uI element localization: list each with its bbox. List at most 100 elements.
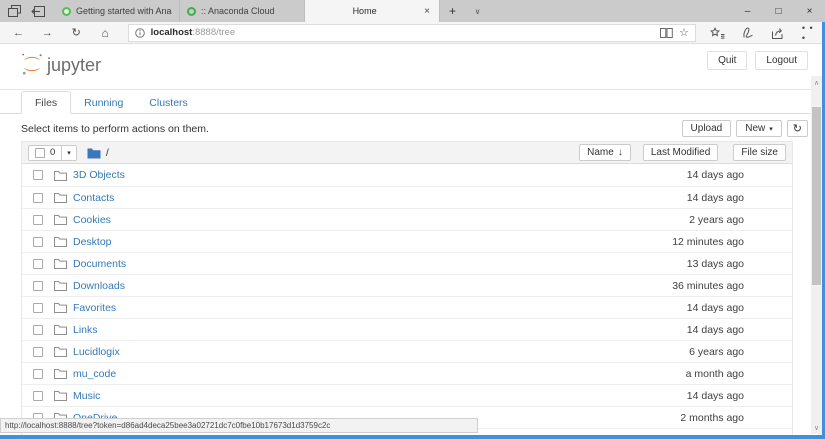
- sort-file-size-button[interactable]: File size: [733, 144, 786, 161]
- folder-icon: [54, 346, 67, 357]
- file-modified: 6 years ago: [689, 346, 786, 358]
- anaconda-icon: [187, 7, 196, 16]
- file-name-link[interactable]: Lucidlogix: [73, 346, 120, 358]
- new-dropdown-button[interactable]: New ▾: [736, 120, 782, 137]
- tabs-set-aside-list-icon[interactable]: [8, 5, 21, 17]
- refresh-icon[interactable]: ↻: [62, 26, 91, 39]
- reading-view-icon[interactable]: [660, 28, 673, 38]
- minimize-button[interactable]: –: [732, 0, 763, 22]
- file-modified: 14 days ago: [687, 192, 786, 204]
- notebook-list: 0 ▾ / Name ↓ Last Modified File size 3D …: [21, 141, 793, 436]
- tab-clusters[interactable]: Clusters: [136, 92, 201, 113]
- file-name-link[interactable]: Music: [73, 390, 100, 402]
- quit-button[interactable]: Quit: [707, 51, 747, 70]
- table-row: Desktop 12 minutes ago: [22, 230, 792, 252]
- row-checkbox[interactable]: [33, 237, 43, 247]
- table-row: Music 14 days ago: [22, 384, 792, 406]
- folder-icon: [54, 170, 67, 181]
- folder-icon: [54, 302, 67, 313]
- upload-button[interactable]: Upload: [682, 120, 732, 137]
- more-options-icon[interactable]: • • •: [802, 23, 821, 43]
- address-host: localhost: [151, 27, 193, 38]
- file-modified: 12 minutes ago: [672, 236, 786, 248]
- file-name-link[interactable]: 3D Objects: [73, 169, 125, 181]
- address-bar[interactable]: localhost:8888/tree ☆: [128, 24, 696, 42]
- row-checkbox[interactable]: [33, 170, 43, 180]
- jupyter-page: jupyter Quit Logout Files Running Cluste…: [0, 44, 825, 436]
- file-name-link[interactable]: mu_code: [73, 368, 116, 380]
- tab-files[interactable]: Files: [21, 91, 71, 114]
- browser-tab-home[interactable]: Home ×: [305, 0, 440, 22]
- maximize-button[interactable]: □: [763, 0, 794, 22]
- sort-name-button[interactable]: Name ↓: [579, 144, 631, 161]
- table-row: Favorites 14 days ago: [22, 296, 792, 318]
- forward-icon[interactable]: →: [33, 27, 62, 39]
- add-favorite-star-icon[interactable]: ☆: [679, 26, 689, 39]
- site-info-icon[interactable]: [135, 28, 145, 38]
- address-path: :8888/tree: [192, 27, 235, 38]
- close-window-button[interactable]: ×: [794, 0, 825, 22]
- select-filter-dropdown[interactable]: ▾: [62, 145, 77, 161]
- breadcrumb-folder-icon[interactable]: [87, 147, 101, 159]
- share-icon[interactable]: [771, 27, 785, 39]
- tab-preview-chevron-icon[interactable]: ∨: [465, 0, 490, 22]
- table-row: Contacts 14 days ago: [22, 186, 792, 208]
- scroll-up-icon[interactable]: ∧: [811, 76, 822, 89]
- jupyter-logo[interactable]: jupyter: [21, 52, 101, 76]
- file-list: 3D Objects 14 days ago Contacts 14 days …: [22, 164, 792, 436]
- folder-icon: [54, 192, 67, 203]
- folder-icon: [54, 258, 67, 269]
- row-checkbox[interactable]: [33, 347, 43, 357]
- file-name-link[interactable]: Desktop: [73, 236, 112, 248]
- browser-tab-1[interactable]: Getting started with Anacor: [55, 0, 180, 22]
- row-checkbox[interactable]: [33, 325, 43, 335]
- jupyter-header: jupyter Quit Logout: [0, 44, 825, 90]
- file-name-link[interactable]: Documents: [73, 258, 126, 270]
- table-row: Cookies 2 years ago: [22, 208, 792, 230]
- home-icon[interactable]: ⌂: [91, 26, 120, 40]
- tab-running[interactable]: Running: [71, 92, 136, 113]
- browser-tab-bar: Getting started with Anacor :: Anaconda …: [0, 0, 825, 22]
- file-name-link[interactable]: Downloads: [73, 280, 125, 292]
- scroll-down-icon[interactable]: ∨: [811, 421, 822, 434]
- row-checkbox[interactable]: [33, 281, 43, 291]
- file-modified: 13 days ago: [687, 258, 786, 270]
- page-scrollbar[interactable]: ∧ ∨: [811, 76, 822, 434]
- table-row: Documents 13 days ago: [22, 252, 792, 274]
- row-checkbox[interactable]: [33, 215, 43, 225]
- folder-icon: [54, 368, 67, 379]
- back-icon[interactable]: ←: [4, 27, 33, 39]
- breadcrumb[interactable]: /: [106, 147, 109, 159]
- scrollbar-thumb[interactable]: [812, 107, 821, 285]
- web-notes-pen-icon[interactable]: [742, 27, 754, 39]
- status-bar: http://localhost:8888/tree?token=d86ad4d…: [0, 418, 478, 433]
- file-name-link[interactable]: Links: [73, 324, 98, 336]
- select-all-button[interactable]: 0: [28, 145, 62, 161]
- row-checkbox[interactable]: [33, 391, 43, 401]
- browser-tab-2[interactable]: :: Anaconda Cloud: [180, 0, 305, 22]
- new-tab-button[interactable]: +: [440, 0, 465, 22]
- row-checkbox[interactable]: [33, 369, 43, 379]
- row-checkbox[interactable]: [33, 259, 43, 269]
- set-tabs-aside-icon[interactable]: [31, 6, 45, 17]
- file-name-link[interactable]: Cookies: [73, 214, 111, 226]
- file-name-link[interactable]: Favorites: [73, 302, 116, 314]
- logout-button[interactable]: Logout: [755, 51, 808, 70]
- select-all-checkbox[interactable]: [35, 148, 45, 158]
- tab-title: Getting started with Anacor: [76, 6, 172, 16]
- file-modified: 14 days ago: [687, 390, 786, 402]
- files-toolbar: Select items to perform actions on them.…: [21, 118, 808, 139]
- jupyter-tab-nav: Files Running Clusters: [0, 90, 825, 114]
- sort-last-modified-button[interactable]: Last Modified: [643, 144, 718, 161]
- close-tab-icon[interactable]: ×: [422, 6, 432, 17]
- folder-icon: [54, 280, 67, 291]
- row-checkbox[interactable]: [33, 303, 43, 313]
- refresh-list-button[interactable]: ↻: [787, 120, 808, 137]
- file-modified: 2 months ago: [680, 412, 786, 424]
- file-modified: 14 days ago: [687, 302, 786, 314]
- status-url-text: http://localhost:8888/tree?token=d86ad4d…: [5, 421, 330, 430]
- hub-favorites-icon[interactable]: [710, 27, 725, 39]
- tab-title: Home: [312, 6, 417, 16]
- row-checkbox[interactable]: [33, 193, 43, 203]
- file-name-link[interactable]: Contacts: [73, 192, 114, 204]
